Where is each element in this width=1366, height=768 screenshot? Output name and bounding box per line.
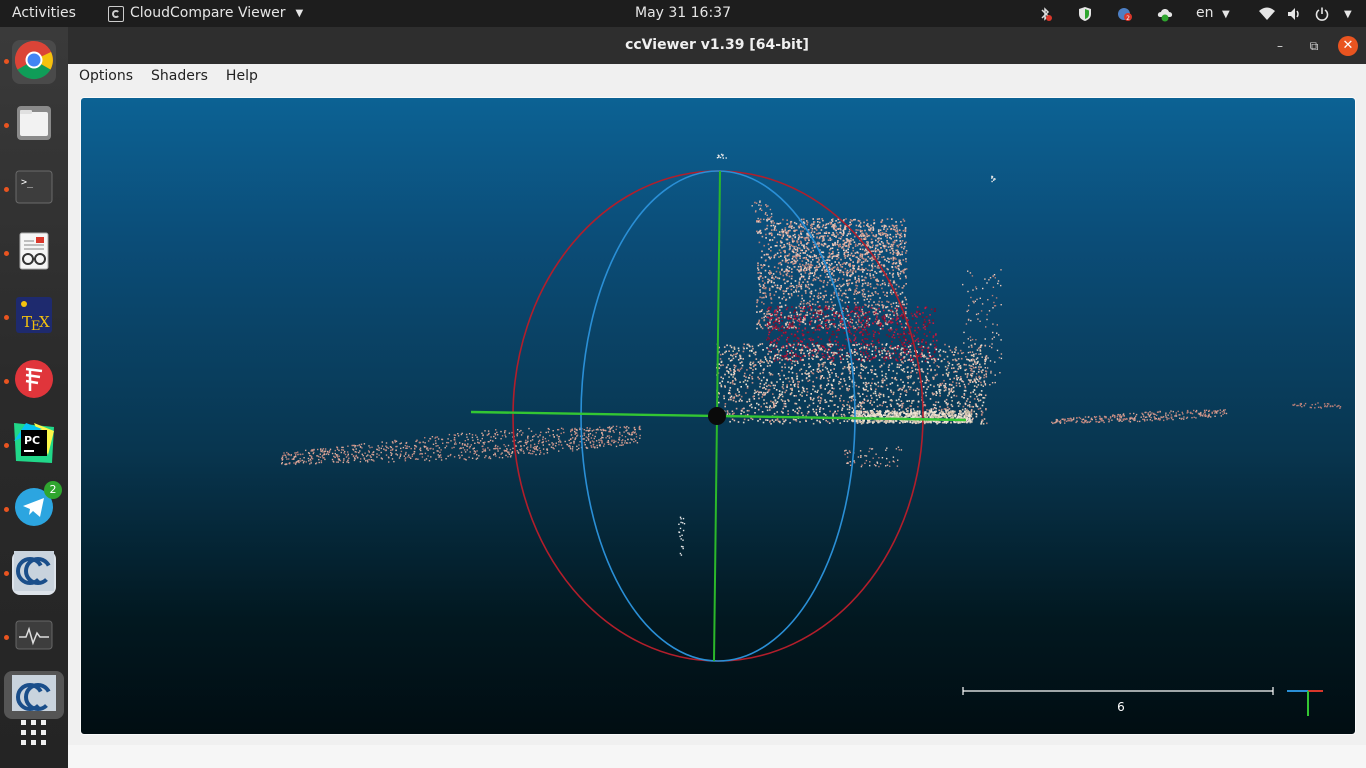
chevron-down-icon: ▼ <box>1221 9 1230 20</box>
ccviewer-icon <box>12 675 56 715</box>
running-indicator <box>4 123 9 128</box>
restore-icon: ⧉ <box>1309 39 1319 53</box>
red-app-icon <box>14 359 54 403</box>
dock: >_ TEX PC 2 <box>0 27 68 768</box>
app-menu[interactable]: CloudCompare Viewer ▼ <box>108 0 303 27</box>
shield-icon[interactable] <box>1077 6 1093 22</box>
minimize-button[interactable]: – <box>1270 36 1290 56</box>
system-monitor-icon <box>14 615 54 659</box>
running-indicator <box>4 187 9 192</box>
pycharm-icon: PC <box>12 421 56 469</box>
dock-item-terminal[interactable]: >_ <box>12 167 56 211</box>
app-menu-label: CloudCompare Viewer <box>130 5 286 21</box>
3d-viewport[interactable]: 6 <box>80 97 1356 735</box>
point-cloud-scene <box>281 153 1342 716</box>
pivot-point <box>708 407 726 425</box>
terminal-icon: >_ <box>14 167 54 211</box>
dock-item-document-viewer[interactable] <box>12 231 56 275</box>
running-indicator <box>4 251 9 256</box>
running-indicator <box>4 443 9 448</box>
close-button[interactable]: ✕ <box>1338 36 1358 56</box>
cloudcompare-small-icon <box>108 5 124 22</box>
minimize-icon: – <box>1277 39 1283 53</box>
activities-button[interactable]: Activities <box>12 0 76 27</box>
running-indicator <box>4 59 9 64</box>
svg-text:2: 2 <box>1126 15 1130 22</box>
tex-icon: TEX <box>14 295 54 339</box>
dock-item-files[interactable] <box>12 103 56 147</box>
folder-icon <box>14 103 54 147</box>
cloud-sync-icon[interactable] <box>1156 6 1173 22</box>
chrome-icon <box>14 40 54 84</box>
top-bar: Activities CloudCompare Viewer ▼ May 31 … <box>0 0 1366 27</box>
svg-text:>_: >_ <box>21 177 34 188</box>
chevron-down-icon: ▼ <box>1344 9 1352 20</box>
dock-item-cloudcompare[interactable] <box>12 551 56 595</box>
dock-item-ccviewer[interactable] <box>4 671 64 719</box>
bluetooth-icon[interactable] <box>1037 6 1053 22</box>
menu-bar: Options Shaders Help <box>68 64 1366 88</box>
window-bottom-area <box>68 745 1366 768</box>
scale-bar-label: 6 <box>1117 700 1125 714</box>
running-indicator <box>4 635 9 640</box>
power-icon[interactable] <box>1314 6 1330 22</box>
system-menu-caret[interactable]: ▼ <box>1340 0 1352 27</box>
close-icon: ✕ <box>1342 38 1354 53</box>
running-indicator <box>4 507 9 512</box>
dock-item-texmaker[interactable]: TEX <box>12 295 56 339</box>
dock-item-chrome[interactable] <box>12 40 56 84</box>
running-indicator <box>4 315 9 320</box>
ccviewer-window: ccViewer v1.39 [64-bit] – ⧉ ✕ Options Sh… <box>68 27 1366 768</box>
window-title: ccViewer v1.39 [64-bit] <box>625 37 809 53</box>
language-label: en <box>1196 5 1214 21</box>
dock-item-telegram[interactable]: 2 <box>12 481 62 531</box>
clock-label[interactable]: May 31 16:37 <box>635 5 731 21</box>
running-indicator <box>4 571 9 576</box>
title-bar[interactable]: ccViewer v1.39 [64-bit] – ⧉ ✕ <box>68 27 1366 64</box>
chevron-down-icon: ▼ <box>295 8 304 19</box>
dock-item-pycharm[interactable]: PC <box>12 423 56 467</box>
menu-help[interactable]: Help <box>219 68 265 84</box>
notification-badge: 2 <box>44 481 62 499</box>
volume-icon[interactable] <box>1286 6 1302 22</box>
cloudcompare-icon <box>14 551 54 595</box>
svg-text:X: X <box>39 313 50 331</box>
dock-item-show-apps[interactable] <box>12 713 56 757</box>
wifi-icon[interactable] <box>1258 6 1275 22</box>
restore-button[interactable]: ⧉ <box>1304 36 1324 56</box>
dock-item-red-app[interactable] <box>12 359 56 403</box>
svg-text:PC: PC <box>24 434 40 447</box>
running-indicator <box>4 379 9 384</box>
point-cloud <box>281 153 1342 556</box>
dock-item-system-monitor[interactable] <box>12 615 56 659</box>
menu-shaders[interactable]: Shaders <box>144 68 215 84</box>
app-grid-icon <box>19 718 49 752</box>
document-viewer-icon <box>14 231 54 275</box>
notification-icon[interactable]: 2 <box>1117 6 1133 22</box>
language-selector[interactable]: en ▼ <box>1196 0 1230 27</box>
menu-options[interactable]: Options <box>72 68 140 84</box>
